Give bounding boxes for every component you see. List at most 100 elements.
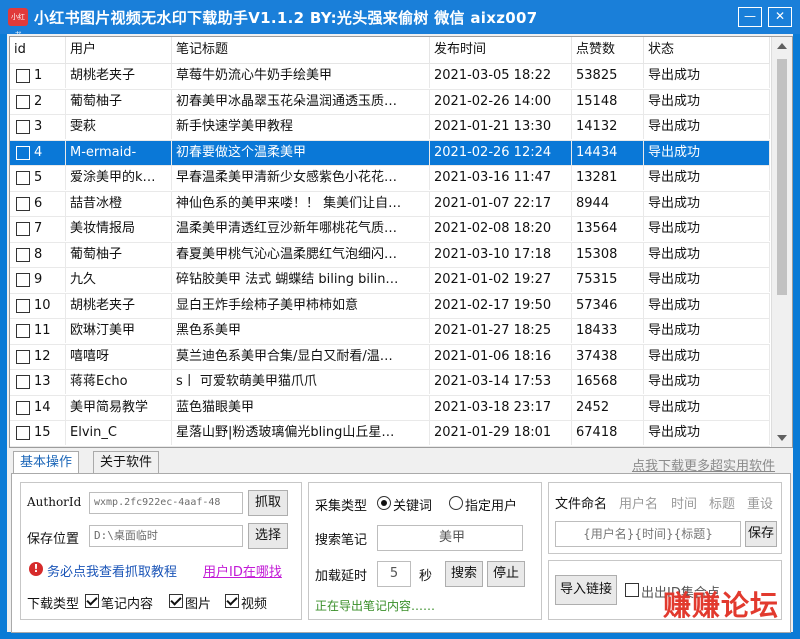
table-row[interactable]: 14 美甲简易教学 蓝色猫眼美甲 2021-03-18 23:17 2452 导出成功 [10, 395, 770, 421]
file-naming-input[interactable]: {用户名}{时间}{标题} [555, 521, 741, 547]
row-title-cell: 黑色系美甲 [172, 319, 430, 343]
search-keyword-input[interactable]: 美甲 [377, 525, 523, 551]
tag-username-button[interactable]: 用户名 [619, 493, 658, 512]
column-header-id[interactable]: id [10, 37, 66, 63]
column-header-time[interactable]: 发布时间 [430, 37, 572, 63]
row-checkbox[interactable] [16, 120, 30, 134]
author-id-input[interactable]: wxmp.2fc922ec-4aaf-48 [89, 492, 243, 514]
user-id-help-link[interactable]: 用户ID在哪找 [203, 561, 282, 580]
row-checkbox[interactable] [16, 273, 30, 287]
row-status-cell: 导出成功 [644, 344, 770, 369]
row-checkbox[interactable] [16, 324, 30, 338]
table-row[interactable]: 6 喆昔冰橙 神仙色系的美甲来喽！！ 集美们让自… 2021-01-07 22:17 8… [10, 191, 770, 217]
table-row[interactable]: 10 胡桃老夹子 显白王炸手绘柿子美甲柿柿如意 2021-02-17 19:50 573… [10, 293, 770, 319]
row-title-cell: 草莓牛奶流心牛奶手绘美甲 [172, 64, 430, 88]
row-status-cell: 导出成功 [644, 293, 770, 318]
load-delay-input[interactable]: 5 [377, 561, 411, 587]
video-checkbox[interactable] [225, 594, 239, 608]
title-bar: 小红书 小红书图片视频无水印下载助手V1.1.2 BY:光头强来偷树 微信 ai… [0, 0, 800, 39]
table-row[interactable]: 7 美妆情报局 温柔美甲清透红豆沙新年哪桃花气质… 2021-02-08 18:20 1… [10, 217, 770, 243]
row-id-cell: 14 [30, 395, 66, 420]
row-likes-cell: 8944 [572, 191, 644, 216]
table-row[interactable]: 13 蒋蒋Echo s丨 可爱软萌美甲猫爪爪 2021-03-14 17:53 1656… [10, 370, 770, 396]
choose-folder-button[interactable]: 选择 [248, 523, 288, 549]
download-more-link[interactable]: 点我下载更多超实用软件 [632, 455, 775, 474]
row-checkbox[interactable] [16, 69, 30, 83]
row-status-cell: 导出成功 [644, 395, 770, 420]
search-button[interactable]: 搜索 [445, 561, 483, 587]
row-checkbox[interactable] [16, 426, 30, 440]
row-checkbox[interactable] [16, 247, 30, 262]
keyword-radio-label: 关键词 [393, 499, 433, 514]
table-row[interactable]: 16麋鹿本美甲分享 猫眼水晶贝壳2021-02-09 14:097694导出成功 [10, 446, 770, 447]
row-id-cell: 1 [30, 64, 66, 88]
stop-button[interactable]: 停止 [487, 561, 525, 587]
scroll-down-icon[interactable] [777, 435, 787, 441]
table-row[interactable]: 3 雯萩 新手快速学美甲教程 2021-01-21 13:30 14132 导出成功 [10, 115, 770, 141]
tutorial-link[interactable]: 务必点我查看抓取教程 [47, 561, 177, 580]
row-time-cell: 2021-03-05 18:22 [430, 64, 572, 88]
id-collection-checkbox[interactable] [625, 583, 639, 597]
row-checkbox[interactable] [16, 145, 30, 160]
note-content-checkbox[interactable] [85, 594, 99, 608]
row-user-cell: M-ermaid- [66, 140, 172, 165]
minimize-icon[interactable]: — [738, 7, 762, 27]
fetch-button[interactable]: 抓取 [248, 490, 288, 516]
vertical-scrollbar[interactable] [771, 37, 792, 447]
row-status-cell: 导出成功 [644, 115, 770, 139]
main-client-area: id 用户 笔记标题 发布时间 点赞数 状态 1 胡桃老夹子 草莓牛奶流心牛奶手绘美… [7, 34, 793, 633]
table-row[interactable]: 4 M-ermaid- 初春要做这个温柔美甲 2021-02-26 12:24 1443… [10, 140, 770, 166]
table-row[interactable]: 15 Elvin_C 星落山野|粉透玻璃偏光bling山丘星… 2021-01-29 … [10, 421, 770, 447]
tab-strip: 基本操作 关于软件 点我下载更多超实用软件 [13, 451, 783, 474]
table-row[interactable]: 5 爱涂美甲的k… 早春温柔美甲清新少女感紫色小花花… 2021-03-16 11:4… [10, 166, 770, 192]
image-label: 图片 [185, 597, 212, 612]
row-time-cell: 2021-01-07 22:17 [430, 191, 572, 216]
user-radio[interactable] [449, 496, 463, 510]
column-header-title[interactable]: 笔记标题 [172, 37, 430, 63]
column-header-user[interactable]: 用户 [66, 37, 172, 63]
row-likes-cell: 57346 [572, 293, 644, 318]
table-row[interactable]: 9 九久 碎钻胶美甲 法式 蝴蝶结 biling bilin… 2021-01-02 … [10, 268, 770, 294]
row-user-cell: 雯萩 [66, 115, 172, 139]
scroll-thumb[interactable] [777, 59, 787, 295]
save-naming-button[interactable]: 保存 [745, 521, 777, 547]
row-time-cell: 2021-01-02 19:27 [430, 268, 572, 292]
row-checkbox[interactable] [16, 298, 30, 313]
row-time-cell: 2021-01-29 18:01 [430, 421, 572, 445]
table-row[interactable]: 11 欧琳汀美甲 黑色系美甲 2021-01-27 18:25 18433 导出成功 [10, 319, 770, 345]
row-likes-cell: 37438 [572, 344, 644, 369]
tag-time-button[interactable]: 时间 [671, 493, 697, 512]
save-location-input[interactable]: D:\桌面临时 [89, 525, 243, 547]
table-row[interactable]: 8 葡萄柚子 春夏美甲桃气沁心温柔腮红气泡细闪… 2021-03-10 17:18 15… [10, 242, 770, 268]
import-links-button[interactable]: 导入链接 [555, 575, 617, 605]
note-content-label: 笔记内容 [101, 597, 154, 612]
image-checkbox[interactable] [169, 594, 183, 608]
reset-naming-button[interactable]: 重设 [747, 493, 773, 512]
file-naming-group: 文件命名 用户名 时间 标题 重设 {用户名}{时间}{标题} 保存 [548, 482, 782, 554]
row-user-cell: 胡桃老夹子 [66, 64, 172, 88]
row-status-cell: 导出成功 [644, 370, 770, 394]
delay-unit-label: 秒 [419, 569, 433, 584]
table-row[interactable]: 12 嘻嘻呀 莫兰迪色系美甲合集/显白又耐看/温… 2021-01-06 18:16 3… [10, 344, 770, 370]
row-likes-cell: 14132 [572, 115, 644, 139]
tag-title-button[interactable]: 标题 [709, 493, 735, 512]
tab-basic[interactable]: 基本操作 [13, 451, 80, 474]
row-checkbox[interactable] [16, 222, 30, 236]
close-icon[interactable]: ✕ [768, 7, 792, 27]
keyword-radio[interactable] [377, 496, 391, 510]
row-title-cell: 碎钻胶美甲 法式 蝴蝶结 biling bilin… [172, 268, 430, 292]
row-checkbox[interactable] [16, 400, 30, 415]
column-header-likes[interactable]: 点赞数 [572, 37, 644, 63]
row-checkbox[interactable] [16, 349, 30, 364]
tab-about[interactable]: 关于软件 [93, 451, 160, 473]
table-row[interactable]: 2 葡萄柚子 初春美甲冰晶翠玉花朵温润通透玉质… 2021-02-26 14:00 15… [10, 89, 770, 115]
row-likes-cell: 15308 [572, 242, 644, 267]
row-checkbox[interactable] [16, 94, 30, 109]
table-row[interactable]: 1 胡桃老夹子 草莓牛奶流心牛奶手绘美甲 2021-03-05 18:22 53825 导… [10, 64, 770, 90]
row-checkbox[interactable] [16, 196, 30, 211]
row-id-cell: 4 [30, 140, 66, 165]
scroll-up-icon[interactable] [777, 43, 787, 49]
row-checkbox[interactable] [16, 171, 30, 185]
row-checkbox[interactable] [16, 375, 30, 389]
column-header-status[interactable]: 状态 [644, 37, 770, 63]
